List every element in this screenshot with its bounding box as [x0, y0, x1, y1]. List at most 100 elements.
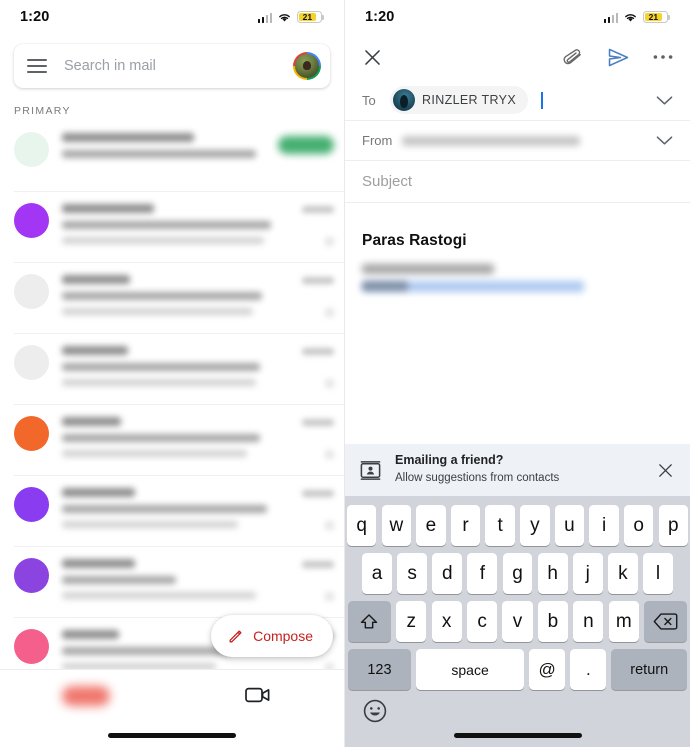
- key-u[interactable]: u: [554, 505, 585, 546]
- sender-avatar: [14, 416, 49, 451]
- key-s[interactable]: s: [397, 553, 428, 594]
- key-e[interactable]: e: [416, 505, 446, 546]
- keyboard-row-2: a s d f g h j k l: [345, 546, 690, 594]
- avatar[interactable]: [293, 52, 321, 80]
- mail-preview: [49, 414, 288, 475]
- signature-line: [362, 264, 494, 274]
- compose-body[interactable]: Paras Rastogi: [345, 203, 690, 292]
- signature-name: Paras Rastogi: [362, 232, 467, 249]
- list-item[interactable]: [0, 333, 344, 404]
- close-icon[interactable]: [362, 47, 383, 68]
- chevron-down-icon[interactable]: [656, 95, 673, 106]
- subject-field-row[interactable]: Subject: [345, 161, 690, 203]
- video-camera-icon: [245, 687, 270, 703]
- star-icon: [325, 237, 334, 246]
- sender-avatar: [14, 629, 49, 664]
- send-icon[interactable]: [607, 47, 630, 68]
- period-key[interactable]: .: [570, 649, 607, 690]
- key-w[interactable]: w: [381, 505, 412, 546]
- key-n[interactable]: n: [573, 601, 604, 642]
- list-item[interactable]: [0, 262, 344, 333]
- recipient-name: RINZLER TRYX: [422, 93, 517, 107]
- key-a[interactable]: a: [362, 553, 392, 594]
- compose-button[interactable]: Compose: [211, 615, 333, 657]
- battery-indicator: 21: [297, 10, 324, 24]
- key-i[interactable]: i: [589, 505, 619, 546]
- shift-icon[interactable]: [348, 601, 391, 642]
- more-options-icon[interactable]: [653, 54, 673, 60]
- key-m[interactable]: m: [608, 601, 639, 642]
- recipient-chip[interactable]: RINZLER TRYX: [390, 86, 529, 114]
- contacts-card-icon: [360, 460, 381, 480]
- list-item[interactable]: [0, 191, 344, 262]
- dual-screenshot: 1:20 21 Search in mail PRIMARY Compose 1…: [0, 0, 690, 747]
- battery-percent: 21: [302, 11, 313, 22]
- numbers-key[interactable]: 123: [348, 649, 411, 690]
- search-input[interactable]: Search in mail: [64, 58, 293, 74]
- status-indicators: 21: [603, 10, 670, 24]
- mail-preview: [49, 485, 288, 546]
- chevron-down-icon[interactable]: [656, 135, 673, 146]
- suggestion-text: Emailing a friend? Allow suggestions fro…: [395, 453, 656, 486]
- key-p[interactable]: p: [658, 505, 689, 546]
- compose-header: [345, 34, 690, 80]
- list-item[interactable]: [0, 546, 344, 617]
- list-item[interactable]: [0, 404, 344, 475]
- from-label: From: [362, 133, 393, 148]
- key-v[interactable]: v: [502, 601, 533, 642]
- key-l[interactable]: l: [643, 553, 673, 594]
- mail-preview: [49, 343, 288, 404]
- list-item[interactable]: [0, 475, 344, 546]
- category-label: PRIMARY: [14, 105, 71, 117]
- subject-input[interactable]: Subject: [362, 173, 412, 190]
- close-icon[interactable]: [656, 461, 675, 480]
- key-j[interactable]: j: [572, 553, 603, 594]
- sender-avatar: [14, 558, 49, 593]
- key-o[interactable]: o: [623, 505, 654, 546]
- home-indicator: [108, 733, 236, 738]
- key-t[interactable]: t: [485, 505, 515, 546]
- keyboard-row-4: 123 space @ . return: [345, 642, 690, 690]
- key-z[interactable]: z: [396, 601, 427, 642]
- mail-preview: [49, 272, 288, 333]
- to-field-row[interactable]: To RINZLER TRYX: [345, 80, 690, 121]
- text-cursor: [541, 91, 543, 109]
- status-bar: 1:20 21: [345, 0, 690, 34]
- suggestion-banner: Emailing a friend? Allow suggestions fro…: [345, 444, 690, 496]
- battery-indicator: 21: [643, 10, 670, 24]
- search-bar[interactable]: Search in mail: [14, 44, 330, 88]
- key-r[interactable]: r: [450, 505, 481, 546]
- pencil-icon: [229, 629, 242, 642]
- keyboard-utility-row: [345, 690, 690, 724]
- key-y[interactable]: y: [520, 505, 550, 546]
- key-d[interactable]: d: [432, 553, 463, 594]
- return-key[interactable]: return: [611, 649, 687, 690]
- from-field-row[interactable]: From: [345, 121, 690, 161]
- list-item[interactable]: [0, 120, 344, 191]
- key-q[interactable]: q: [346, 505, 377, 546]
- at-key[interactable]: @: [529, 649, 566, 690]
- mail-meta: [288, 201, 334, 262]
- key-b[interactable]: b: [537, 601, 569, 642]
- key-h[interactable]: h: [537, 553, 568, 594]
- key-f[interactable]: f: [467, 553, 498, 594]
- star-icon: [325, 592, 334, 601]
- key-c[interactable]: c: [466, 601, 498, 642]
- hamburger-menu-icon[interactable]: [27, 59, 47, 73]
- key-k[interactable]: k: [607, 553, 638, 594]
- status-bar: 1:20 21: [0, 0, 344, 34]
- keyboard-row-3: z x c v b n m: [345, 594, 690, 642]
- status-badge: [278, 136, 334, 154]
- key-g[interactable]: g: [502, 553, 533, 594]
- sender-avatar: [14, 345, 49, 380]
- key-x[interactable]: x: [431, 601, 462, 642]
- emoji-icon[interactable]: [362, 698, 388, 724]
- compose-screen: 1:20 21 To RINZLER TRYX From Subject Par…: [345, 0, 690, 747]
- backspace-icon[interactable]: [644, 601, 688, 642]
- mail-preview: [49, 201, 288, 262]
- suggestion-title: Emailing a friend?: [395, 453, 504, 468]
- wifi-icon: [279, 13, 290, 22]
- space-key[interactable]: space: [416, 649, 524, 690]
- paperclip-icon[interactable]: [562, 48, 584, 66]
- mail-meta: [288, 343, 334, 404]
